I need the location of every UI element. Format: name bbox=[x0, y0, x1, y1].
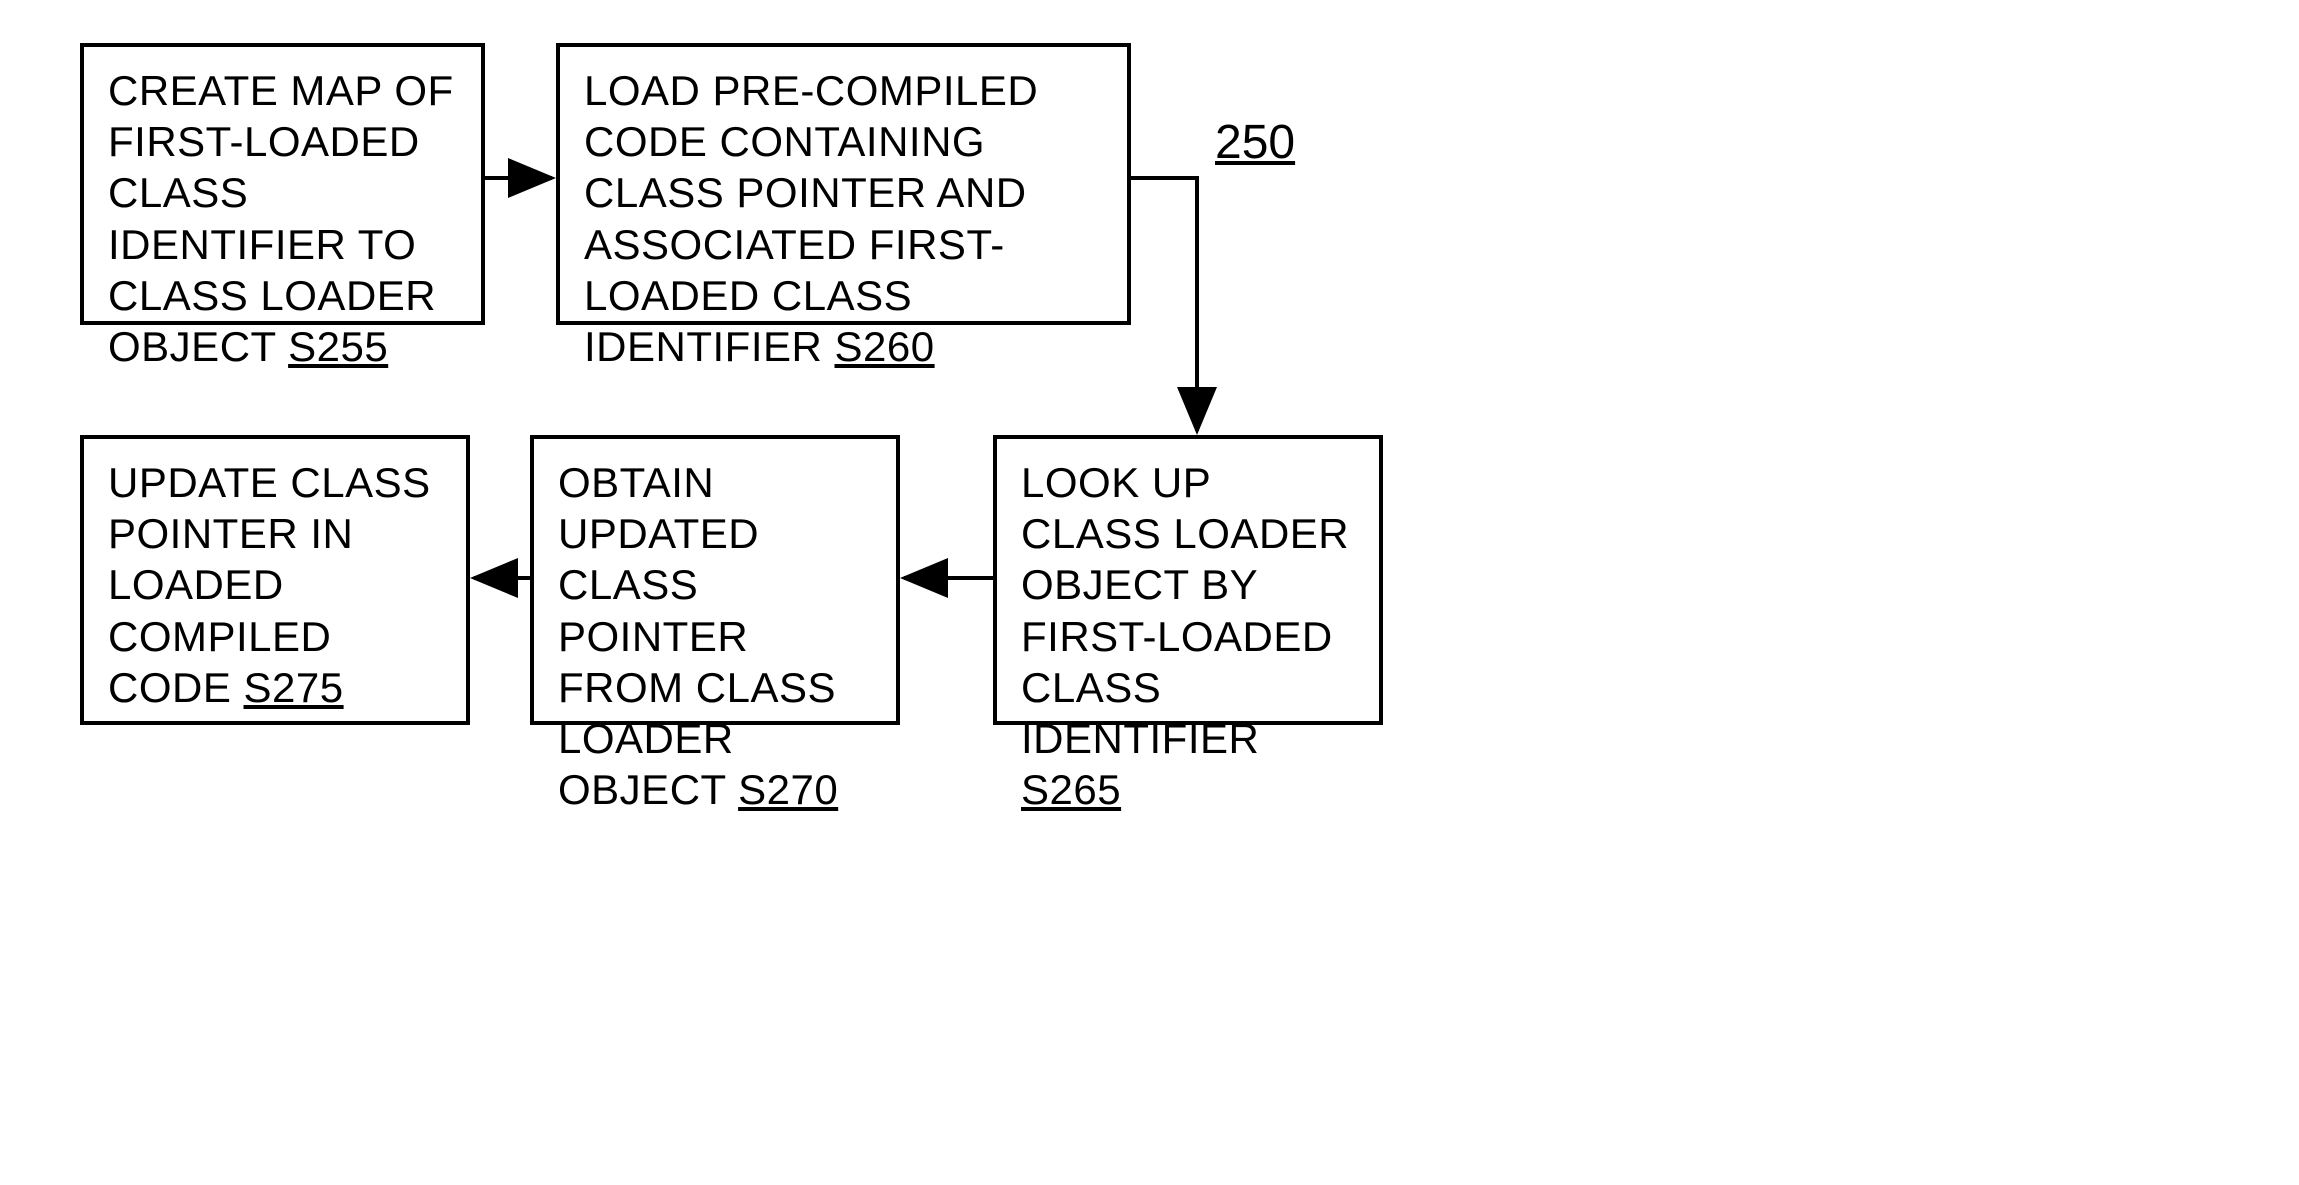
box-s255: CREATE MAP OF FIRST-LOADED CLASS IDENTIF… bbox=[80, 43, 485, 325]
box-s260-ref: S260 bbox=[835, 323, 935, 370]
box-s275: UPDATE CLASS POINTER IN LOADED COMPILED … bbox=[80, 435, 470, 725]
box-s255-text: CREATE MAP OF FIRST-LOADED CLASS IDENTIF… bbox=[108, 67, 454, 370]
box-s265: LOOK UP CLASS LOADER OBJECT BY FIRST-LOA… bbox=[993, 435, 1383, 725]
box-s260: LOAD PRE-COMPILED CODE CONTAINING CLASS … bbox=[556, 43, 1131, 325]
box-s275-ref: S275 bbox=[244, 664, 344, 711]
box-s265-ref: S265 bbox=[1021, 766, 1121, 813]
box-s260-text: LOAD PRE-COMPILED CODE CONTAINING CLASS … bbox=[584, 67, 1038, 370]
box-s270-ref: S270 bbox=[738, 766, 838, 813]
arrow-s260-s265 bbox=[1131, 178, 1197, 431]
box-s255-ref: S255 bbox=[288, 323, 388, 370]
box-s270: OBTAIN UPDATED CLASS POINTER FROM CLASS … bbox=[530, 435, 900, 725]
flowchart-canvas: 250 CREATE MAP OF FIRST-LOADED CLASS IDE… bbox=[0, 0, 2299, 1185]
figure-number: 250 bbox=[1215, 115, 1295, 170]
box-s270-text: OBTAIN UPDATED CLASS POINTER FROM CLASS … bbox=[558, 459, 836, 813]
box-s265-text: LOOK UP CLASS LOADER OBJECT BY FIRST-LOA… bbox=[1021, 459, 1349, 762]
